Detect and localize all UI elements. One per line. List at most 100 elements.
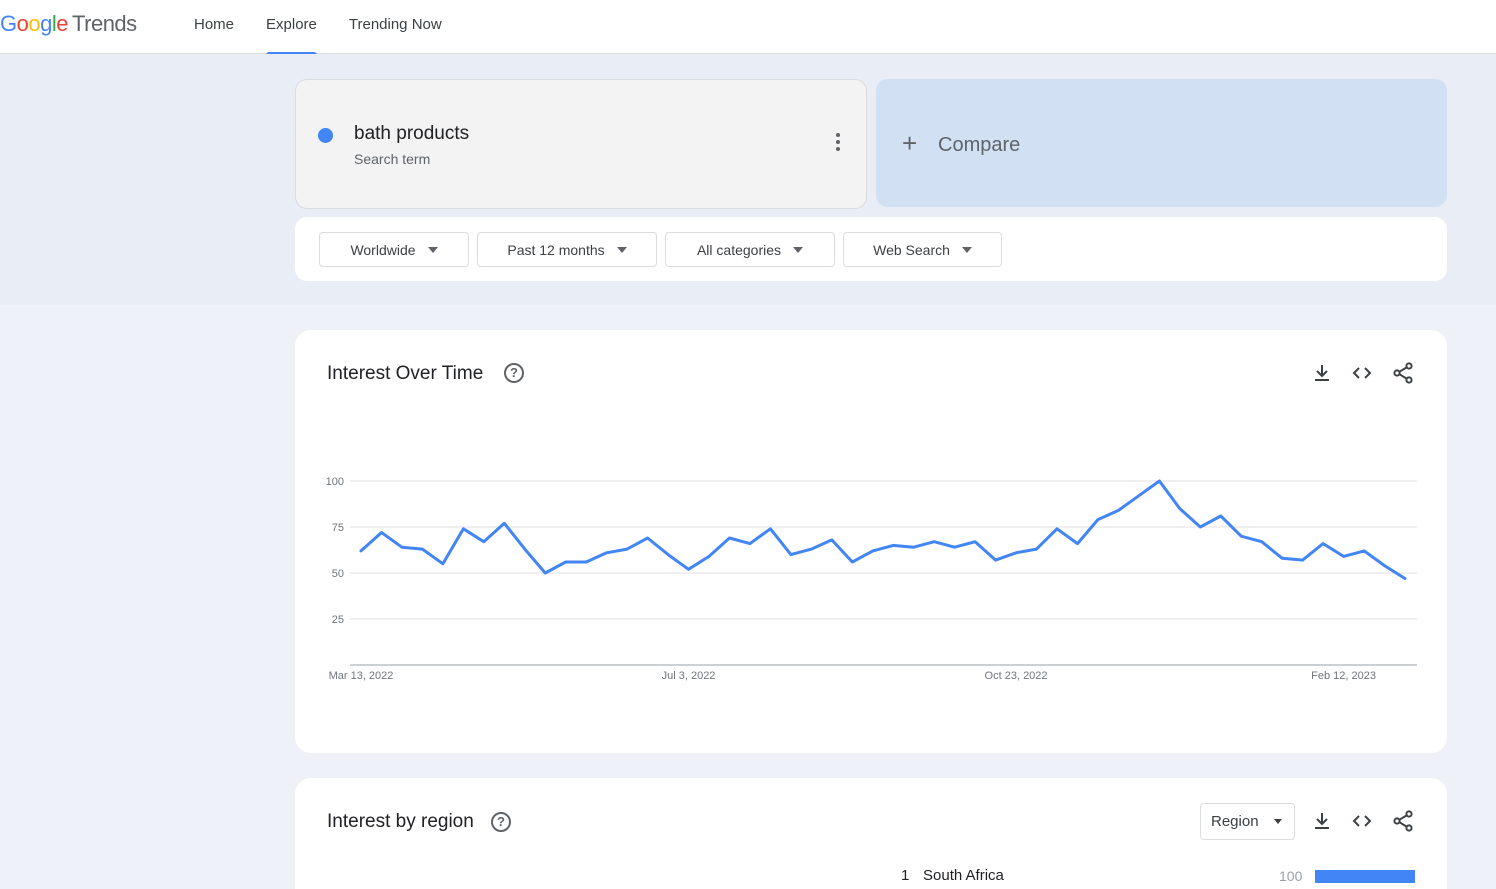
help-icon[interactable]: ?	[491, 812, 511, 832]
data-point[interactable]	[399, 544, 405, 550]
data-point[interactable]	[788, 552, 794, 558]
data-point[interactable]	[911, 544, 917, 550]
region-rank: 1	[901, 867, 910, 884]
data-point[interactable]	[1197, 524, 1203, 530]
data-point[interactable]	[952, 544, 958, 550]
data-point[interactable]	[1402, 576, 1408, 582]
data-point[interactable]	[1259, 539, 1265, 545]
download-icon[interactable]	[1310, 809, 1334, 833]
data-point[interactable]	[604, 550, 610, 556]
region-row[interactable]: 1 South Africa 100	[901, 867, 1421, 889]
logo-letter: o	[16, 11, 29, 36]
logo-product-name: Trends	[72, 11, 137, 36]
series-line-bath-products[interactable]	[359, 479, 1407, 580]
data-point[interactable]	[726, 535, 732, 541]
data-point[interactable]	[747, 541, 753, 547]
data-point[interactable]	[829, 537, 835, 543]
data-point[interactable]	[993, 557, 999, 563]
compare-label: Compare	[938, 134, 1021, 156]
search-term-card[interactable]: bath products Search term	[295, 79, 867, 209]
region-value-bar	[1315, 870, 1415, 883]
data-point[interactable]	[358, 548, 364, 554]
data-point[interactable]	[972, 539, 978, 545]
data-point[interactable]	[1115, 507, 1121, 513]
data-point[interactable]	[767, 526, 773, 532]
filter-bar: Worldwide Past 12 months All categories …	[295, 217, 1447, 281]
data-point[interactable]	[1177, 506, 1183, 512]
data-point[interactable]	[1361, 548, 1367, 554]
data-point[interactable]	[440, 561, 446, 567]
data-point[interactable]	[1218, 513, 1224, 519]
nav-explore[interactable]: Explore	[266, 0, 317, 55]
data-point[interactable]	[583, 559, 589, 565]
filter-location-label: Worldwide	[350, 241, 416, 258]
data-point[interactable]	[1279, 555, 1285, 561]
share-icon[interactable]	[1391, 809, 1415, 833]
data-point[interactable]	[1341, 553, 1347, 559]
logo-letter: g	[40, 11, 52, 36]
dropdown-caret-icon	[427, 246, 438, 253]
data-point[interactable]	[563, 559, 569, 565]
data-point[interactable]	[1013, 550, 1019, 556]
search-term-name[interactable]: bath products	[354, 123, 469, 145]
data-point[interactable]	[849, 559, 855, 565]
data-point[interactable]	[1095, 517, 1101, 523]
dropdown-caret-icon	[1274, 819, 1282, 824]
compare-button[interactable]: + Compare	[876, 79, 1447, 207]
nav-home[interactable]: Home	[194, 0, 234, 54]
dropdown-caret-icon	[793, 246, 804, 253]
filter-search-type[interactable]: Web Search	[843, 232, 1002, 267]
x-tick-label: Oct 23, 2022	[985, 670, 1048, 682]
logo-letter: e	[56, 11, 69, 36]
data-point[interactable]	[870, 548, 876, 554]
data-point[interactable]	[686, 566, 692, 572]
data-point[interactable]	[419, 546, 425, 552]
logo-letter: G	[0, 11, 17, 36]
data-point[interactable]	[1054, 526, 1060, 532]
data-point[interactable]	[1238, 533, 1244, 539]
data-point[interactable]	[501, 520, 507, 526]
x-tick-label: Mar 13, 2022	[329, 670, 394, 682]
dropdown-caret-icon	[961, 246, 972, 253]
data-point[interactable]	[1320, 541, 1326, 547]
data-point[interactable]	[624, 546, 630, 552]
region-resolution-select[interactable]: Region	[1200, 803, 1295, 840]
x-tick-label: Jul 3, 2022	[662, 670, 716, 682]
filter-category[interactable]: All categories	[665, 232, 835, 267]
filter-time-label: Past 12 months	[507, 241, 605, 258]
nav-trending-now[interactable]: Trending Now	[349, 0, 442, 54]
data-point[interactable]	[1300, 557, 1306, 563]
data-point[interactable]	[706, 553, 712, 559]
region-select-value: Region	[1211, 813, 1259, 830]
data-point[interactable]	[1074, 541, 1080, 547]
data-point[interactable]	[378, 530, 384, 536]
data-point[interactable]	[542, 570, 548, 576]
embed-code-icon[interactable]	[1350, 809, 1374, 833]
data-point[interactable]	[522, 546, 528, 552]
plus-icon: +	[902, 128, 918, 158]
data-point[interactable]	[890, 542, 896, 548]
region-name[interactable]: South Africa	[923, 867, 1004, 884]
data-point[interactable]	[481, 539, 487, 545]
more-vert-icon[interactable]	[832, 133, 844, 157]
data-point[interactable]	[931, 539, 937, 545]
logo-letter: o	[28, 11, 41, 36]
data-point[interactable]	[1034, 546, 1040, 552]
filter-time-range[interactable]: Past 12 months	[477, 232, 657, 267]
interest-by-region-card: Interest by region ? Region 1 South Afri…	[295, 778, 1447, 889]
data-point[interactable]	[645, 535, 651, 541]
filter-category-label: All categories	[696, 241, 782, 258]
data-point[interactable]	[1156, 478, 1162, 484]
data-point[interactable]	[1136, 493, 1142, 499]
y-tick-label: 25	[332, 614, 344, 626]
filter-location[interactable]: Worldwide	[319, 232, 469, 267]
google-trends-logo[interactable]: Google Trends	[0, 11, 137, 37]
dropdown-caret-icon	[616, 246, 627, 253]
filter-search-type-label: Web Search	[873, 241, 950, 258]
data-point[interactable]	[1382, 563, 1388, 569]
term-color-dot	[318, 128, 333, 143]
data-point[interactable]	[665, 552, 671, 558]
data-point[interactable]	[808, 546, 814, 552]
main-nav: Home Explore Trending Now	[194, 0, 474, 55]
data-point[interactable]	[460, 526, 466, 532]
